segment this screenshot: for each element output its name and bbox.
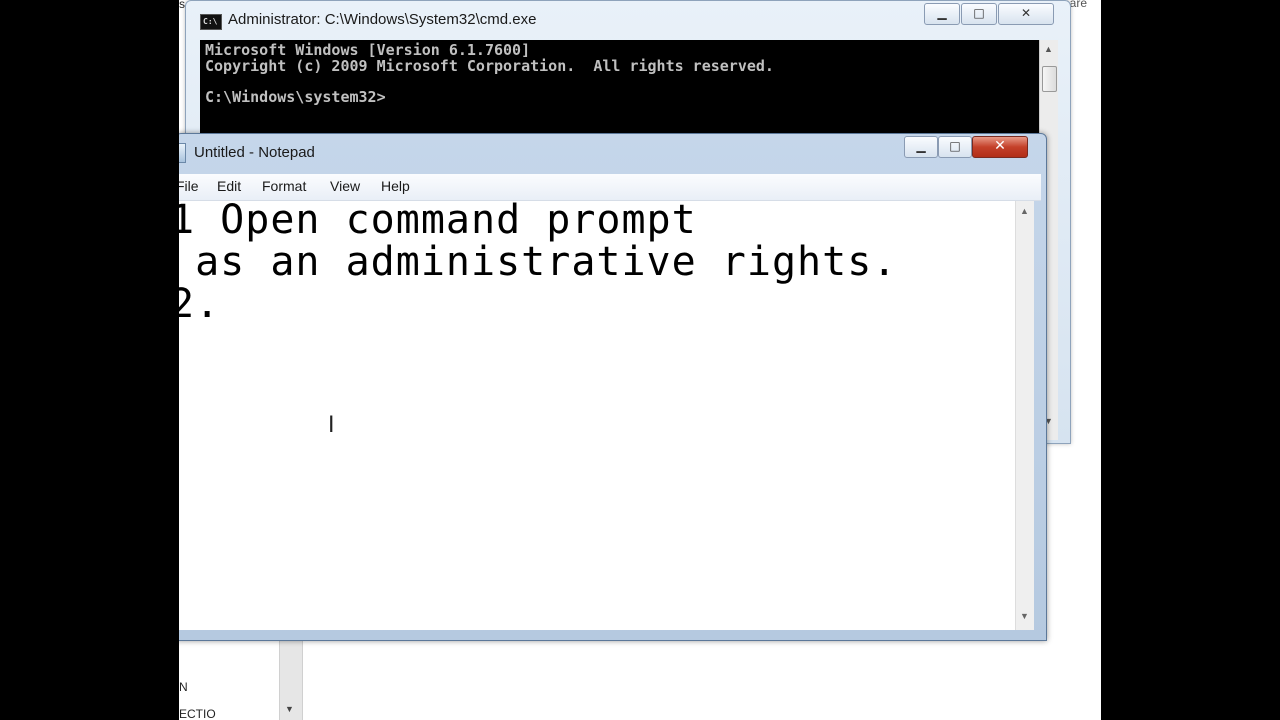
text-line: as an administrative rights. xyxy=(179,239,898,285)
notepad-text-area[interactable]: 1 Open command prompt as an administrati… xyxy=(179,201,1015,630)
notepad-close-button[interactable]: ✕ xyxy=(972,136,1028,158)
text-line: 2. xyxy=(179,281,221,327)
notepad-maximize-button[interactable]: □ xyxy=(938,136,972,158)
background-scrollbar[interactable]: ▼ xyxy=(279,636,303,720)
background-text-fragment: N xyxy=(179,680,188,694)
cmd-minimize-button[interactable]: ▁ xyxy=(924,3,960,25)
cmd-titlebar[interactable]: C:\ Administrator: C:\Windows\System32\c… xyxy=(186,1,1070,39)
cmd-window-title: Administrator: C:\Windows\System32\cmd.e… xyxy=(228,11,537,28)
scroll-down-arrow-icon[interactable]: ▼ xyxy=(285,704,294,714)
scroll-down-arrow-icon[interactable]: ▼ xyxy=(1020,611,1029,621)
scroll-up-arrow-icon[interactable]: ▲ xyxy=(1020,206,1029,216)
notepad-app-icon xyxy=(179,143,186,163)
text-cursor-icon: I xyxy=(328,413,335,438)
menu-help[interactable]: Help xyxy=(381,178,410,194)
cmd-maximize-button[interactable]: □ xyxy=(961,3,997,25)
console-line: Copyright (c) 2009 Microsoft Corporation… xyxy=(205,57,774,75)
menu-view[interactable]: View xyxy=(330,178,360,194)
menu-file[interactable]: File xyxy=(179,178,199,194)
cmd-scroll-thumb[interactable] xyxy=(1042,66,1057,92)
cmd-close-button[interactable]: ✕ xyxy=(998,3,1054,25)
scroll-up-arrow-icon[interactable]: ▲ xyxy=(1044,44,1053,54)
notepad-window[interactable]: Untitled - Notepad ▁ □ ✕ File Edit Forma… xyxy=(179,133,1047,641)
notepad-window-title: Untitled - Notepad xyxy=(194,144,315,161)
cmd-app-icon: C:\ xyxy=(200,14,222,30)
notepad-minimize-button[interactable]: ▁ xyxy=(904,136,938,158)
notepad-titlebar[interactable]: Untitled - Notepad ▁ □ ✕ xyxy=(179,134,1046,172)
desktop-screen: s nare N ECTIO ▼ C:\ Administrator: C:\W… xyxy=(179,0,1101,720)
menu-edit[interactable]: Edit xyxy=(217,178,241,194)
notepad-vertical-scrollbar[interactable]: ▲ ▼ xyxy=(1015,201,1034,630)
background-text-fragment: ECTIO xyxy=(179,707,216,720)
console-prompt: C:\Windows\system32> xyxy=(205,88,386,106)
menu-format[interactable]: Format xyxy=(262,178,306,194)
text-line: 1 Open command prompt xyxy=(179,201,697,243)
notepad-menubar: File Edit Format View Help xyxy=(179,174,1041,201)
